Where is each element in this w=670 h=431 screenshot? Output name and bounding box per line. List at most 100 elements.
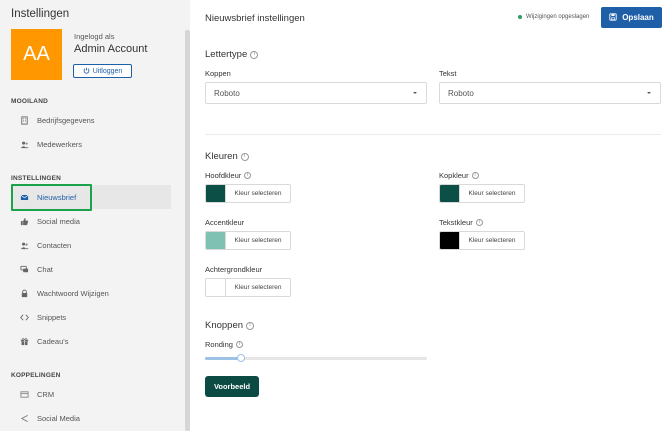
crm-icon xyxy=(19,389,29,399)
hoofdkleur-swatch[interactable] xyxy=(205,184,225,203)
page-title: Nieuwsbrief instellingen xyxy=(205,13,305,24)
sidebar-item-label: Medewerkers xyxy=(37,139,83,149)
lock-icon xyxy=(19,288,29,298)
koppen-font-value: Roboto xyxy=(214,88,240,98)
kopkleur-swatch[interactable] xyxy=(439,184,459,203)
gift-icon xyxy=(19,336,29,346)
sidebar-item-snippets[interactable]: Snippets xyxy=(11,305,171,329)
tekstkleur-select-button[interactable]: Kleur selecteren xyxy=(459,231,525,250)
info-icon[interactable]: i xyxy=(471,172,479,179)
kopkleur-select-button[interactable]: Kleur selecteren xyxy=(459,184,525,203)
sidebar: Instellingen AA Ingelogd als Admin Accou… xyxy=(0,0,190,431)
chevron-down-icon xyxy=(647,92,651,94)
ronding-slider[interactable] xyxy=(205,354,427,362)
tekst-font-value: Roboto xyxy=(448,88,474,98)
preview-button[interactable]: Voorbeeld xyxy=(205,376,259,397)
share-icon xyxy=(19,413,29,423)
achtergrondkleur-swatch[interactable] xyxy=(205,278,225,297)
info-icon[interactable]: i xyxy=(246,321,255,330)
main-content: Nieuwsbrief instellingen Wijzigingen opg… xyxy=(190,0,670,431)
info-icon[interactable]: i xyxy=(475,219,483,226)
sidebar-item-nieuwsbrief[interactable]: Nieuwsbrief xyxy=(11,185,171,209)
hoofdkleur-picker: Kleur selecteren xyxy=(205,184,291,203)
envelope-icon xyxy=(19,192,29,202)
accentkleur-picker: Kleur selecteren xyxy=(205,231,291,250)
sidebar-item-label: Wachtwoord Wijzigen xyxy=(37,288,109,298)
section-divider xyxy=(205,134,661,135)
save-label: Opslaan xyxy=(622,13,654,22)
sidebar-item-label: Nieuwsbrief xyxy=(37,192,77,202)
users-icon xyxy=(19,139,29,149)
ronding-slider-fill xyxy=(205,357,241,360)
section-label-mooiland: MOOILAND xyxy=(11,98,48,105)
sidebar-title: Instellingen xyxy=(11,8,70,20)
info-icon[interactable]: i xyxy=(244,172,252,179)
sidebar-item-label: CRM xyxy=(37,389,55,399)
power-icon xyxy=(83,67,90,76)
contacts-icon xyxy=(19,240,29,250)
hoofdkleur-label: Hoofdkleur i xyxy=(205,171,252,180)
accentkleur-label: Accentkleur xyxy=(205,218,245,227)
sidebar-item-crm[interactable]: CRM xyxy=(11,382,171,406)
sidebar-item-label: Contacten xyxy=(37,240,72,250)
thumbs-up-icon xyxy=(19,216,29,226)
tekst-font-select[interactable]: Roboto xyxy=(439,82,661,104)
tekstkleur-label: Tekstkleur i xyxy=(439,218,483,227)
sidebar-item-contacten[interactable]: Contacten xyxy=(11,233,171,257)
info-icon[interactable]: i xyxy=(235,341,243,348)
floppy-disk-icon xyxy=(609,12,617,23)
kopkleur-picker: Kleur selecteren xyxy=(439,184,525,203)
kopkleur-label: Kopkleur i xyxy=(439,171,479,180)
sidebar-item-label: Bedrijfsgegevens xyxy=(37,115,95,125)
achtergrondkleur-select-button[interactable]: Kleur selecteren xyxy=(225,278,291,297)
tekstkleur-picker: Kleur selecteren xyxy=(439,231,525,250)
tekstkleur-label-text: Tekstkleur xyxy=(439,218,473,227)
logout-button[interactable]: Uitloggen xyxy=(73,64,132,78)
hoofdkleur-select-button[interactable]: Kleur selecteren xyxy=(225,184,291,203)
accentkleur-select-button[interactable]: Kleur selecteren xyxy=(225,231,291,250)
colors-heading-text: Kleuren xyxy=(205,151,238,162)
section-label-instellingen: INSTELLINGEN xyxy=(11,175,62,182)
info-icon[interactable]: i xyxy=(240,152,249,161)
save-status-text: Wijzigingen opgeslagen xyxy=(526,14,590,20)
font-heading-text: Lettertype xyxy=(205,49,248,60)
sidebar-item-medewerkers[interactable]: Medewerkers xyxy=(11,132,171,156)
sidebar-item-chat[interactable]: Chat xyxy=(11,257,171,281)
sidebar-item-label: Chat xyxy=(37,264,53,274)
sidebar-item-label: Social Media xyxy=(37,413,80,423)
sidebar-item-bedrijfsgegevens[interactable]: Bedrijfsgegevens xyxy=(11,108,171,132)
sidebar-item-label: Snippets xyxy=(37,312,67,322)
logged-in-label: Ingelogd als xyxy=(74,32,115,41)
chat-icon xyxy=(19,264,29,274)
tekst-label: Tekst xyxy=(439,69,457,78)
achtergrondkleur-picker: Kleur selecteren xyxy=(205,278,291,297)
sidebar-item-cadeaus[interactable]: Cadeau's xyxy=(11,329,171,353)
code-icon xyxy=(19,312,29,322)
ronding-label-text: Ronding xyxy=(205,340,233,349)
koppen-label: Koppen xyxy=(205,69,231,78)
tekstkleur-swatch[interactable] xyxy=(439,231,459,250)
ronding-slider-thumb[interactable] xyxy=(236,354,245,362)
building-icon xyxy=(19,115,29,125)
account-name: Admin Account xyxy=(74,43,148,55)
sidebar-item-social-media[interactable]: Social media xyxy=(11,209,171,233)
logout-label: Uitloggen xyxy=(92,67,123,75)
font-section-heading: Lettertype i xyxy=(205,49,259,60)
buttons-heading-text: Knoppen xyxy=(205,320,244,331)
status-dot-icon xyxy=(518,15,522,19)
koppen-font-select[interactable]: Roboto xyxy=(205,82,427,104)
colors-section-heading: Kleuren i xyxy=(205,151,249,162)
save-status: Wijzigingen opgeslagen xyxy=(518,14,589,20)
section-label-koppelingen: KOPPELINGEN xyxy=(11,372,61,379)
sidebar-item-social-media-koppeling[interactable]: Social Media xyxy=(11,406,171,430)
accentkleur-swatch[interactable] xyxy=(205,231,225,250)
ronding-label: Ronding i xyxy=(205,340,243,349)
chevron-down-icon xyxy=(413,92,417,94)
sidebar-item-wachtwoord-wijzigen[interactable]: Wachtwoord Wijzigen xyxy=(11,281,171,305)
avatar: AA xyxy=(11,29,62,80)
achtergrondkleur-label: Achtergrondkleur xyxy=(205,265,263,274)
hoofdkleur-label-text: Hoofdkleur xyxy=(205,171,242,180)
info-icon[interactable]: i xyxy=(250,50,259,59)
kopkleur-label-text: Kopkleur xyxy=(439,171,469,180)
save-button[interactable]: Opslaan xyxy=(601,7,662,28)
